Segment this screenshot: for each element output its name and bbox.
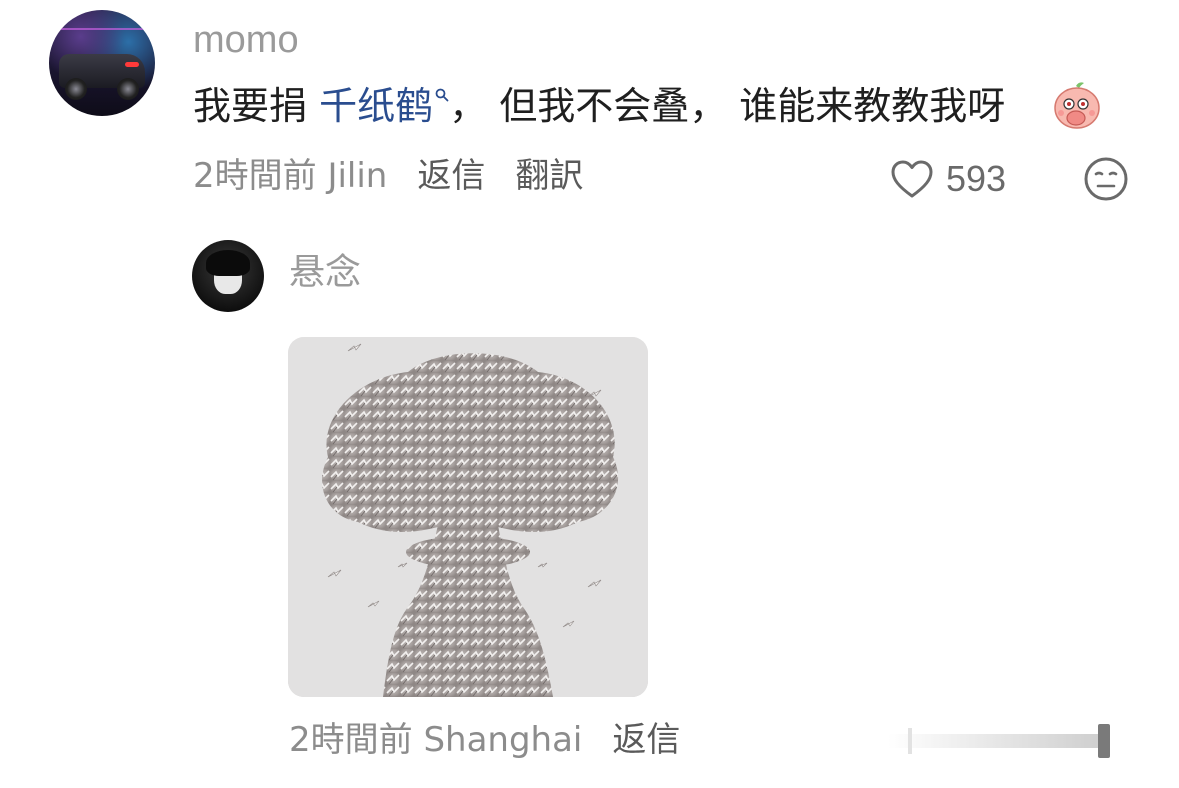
reply-reply-button[interactable]: 返信 xyxy=(612,720,680,760)
commenter-avatar[interactable] xyxy=(49,10,155,116)
comment-time-location: 2時間前 Jilin xyxy=(193,156,388,196)
search-icon[interactable] xyxy=(435,88,449,102)
avatar-wheel xyxy=(117,78,139,100)
avatar-hair xyxy=(206,250,250,276)
like-count: 593 xyxy=(946,158,1007,199)
horizontal-scrollbar[interactable] xyxy=(888,724,1120,758)
commenter-username[interactable]: momo xyxy=(193,20,299,60)
avatar-neon-line xyxy=(57,28,147,30)
pig-shy-emoji-icon xyxy=(1052,80,1102,130)
comment-text-before: 我要捐 xyxy=(193,84,320,128)
reply-time-location: 2時間前 Shanghai xyxy=(289,720,583,760)
heart-icon[interactable] xyxy=(890,159,934,199)
like-button[interactable]: 593 xyxy=(890,158,1006,200)
replier-username[interactable]: 悬念 xyxy=(289,252,361,294)
translate-button[interactable]: 翻訳 xyxy=(515,156,583,196)
reply-meta: 2時間前 Shanghai 返信 xyxy=(289,720,680,760)
comment-body: 我要捐 千纸鹤 ， 但我不会叠， 谁能来教教我呀 xyxy=(193,82,1005,130)
paper-crane-mushroom-cloud-image[interactable] xyxy=(288,337,648,697)
replier-avatar[interactable] xyxy=(192,240,264,312)
avatar-car-light xyxy=(125,62,139,67)
comment-meta: 2時間前 Jilin 返信 翻訳 xyxy=(193,156,583,196)
avatar-wheel xyxy=(65,78,87,100)
neutral-face-icon[interactable] xyxy=(1083,156,1129,202)
comment-text-after: ， 但我不会叠， 谁能来教教我呀 xyxy=(449,84,1006,128)
comment-search-link[interactable]: 千纸鹤 xyxy=(319,84,433,128)
reply-button[interactable]: 返信 xyxy=(417,156,485,196)
